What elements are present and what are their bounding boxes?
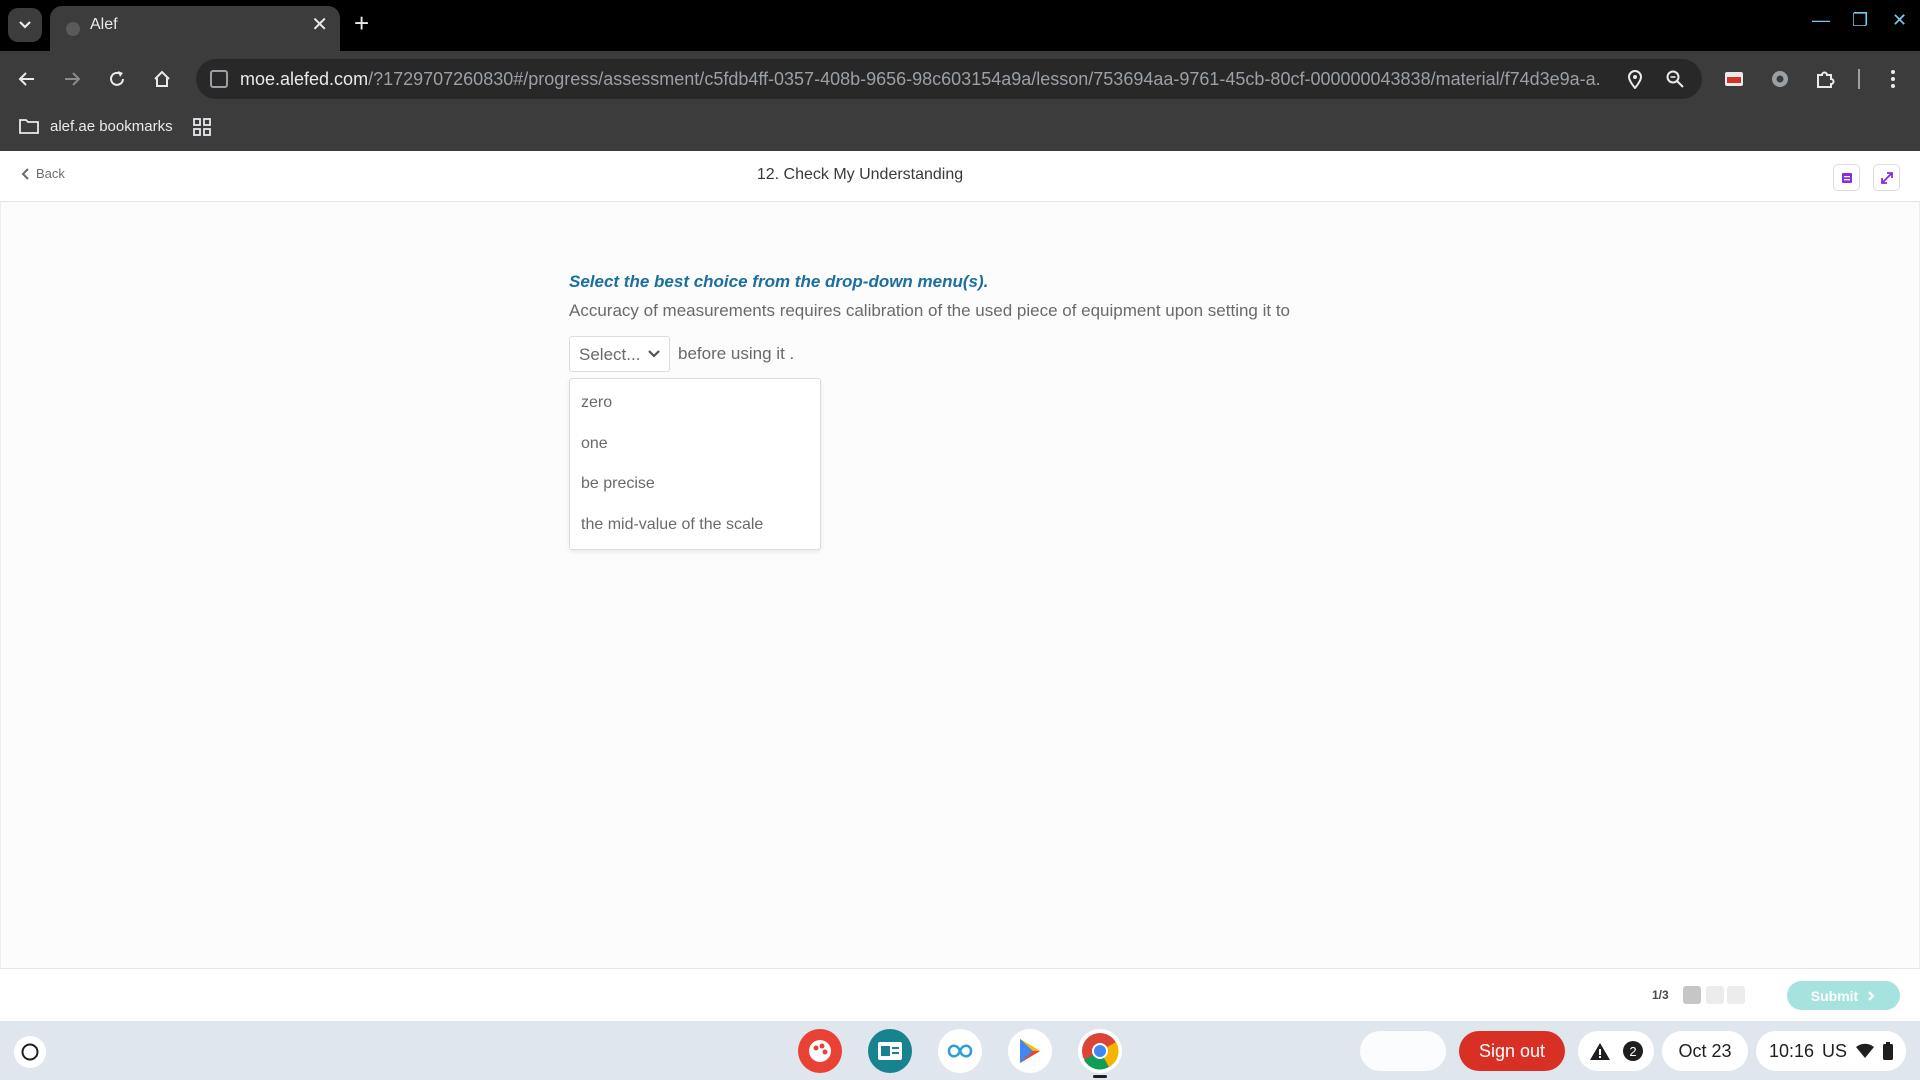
site-info-icon[interactable]: [210, 70, 228, 88]
cast-icon[interactable]: [1721, 66, 1747, 92]
progress-step-current: [1683, 986, 1701, 1004]
reader-icon: [1841, 172, 1852, 183]
extension-circle-icon[interactable]: [1767, 66, 1793, 92]
dropdown-option[interactable]: zero: [570, 383, 820, 424]
question-instruction: Select the best choice from the drop-dow…: [569, 272, 989, 291]
wifi-icon: [1856, 1043, 1875, 1058]
progress-step: [1727, 986, 1745, 1004]
expand-icon: [1880, 171, 1893, 184]
submit-button[interactable]: Submit: [1787, 981, 1900, 1010]
tab-search-button[interactable]: [8, 8, 42, 42]
home-icon[interactable]: [148, 65, 176, 93]
reload-icon[interactable]: [103, 65, 131, 93]
launcher-icon: [21, 1043, 39, 1061]
extensions-puzzle-icon[interactable]: [1812, 66, 1838, 92]
play-store-icon[interactable]: [1008, 1029, 1052, 1073]
classroom-app-icon[interactable]: [868, 1029, 912, 1073]
page-title: 12. Check My Understanding: [756, 166, 964, 183]
chevron-right-icon: [1868, 990, 1875, 1001]
dropdown-option[interactable]: one: [570, 424, 820, 465]
sign-out-button[interactable]: Sign out: [1459, 1031, 1565, 1071]
tab-title: Alef: [90, 16, 118, 33]
question-text: Accuracy of measurements requires calibr…: [569, 301, 1291, 320]
notification-tray[interactable]: 2: [1578, 1031, 1654, 1071]
address-bar[interactable]: moe.alefed.com/?1729707260830#/progress/…: [196, 59, 1702, 99]
progress-indicator: 1/3: [1652, 988, 1669, 1002]
close-tab-icon[interactable]: ✕: [311, 15, 328, 35]
battery-icon: [1883, 1042, 1894, 1060]
chrome-app-icon[interactable]: [1078, 1029, 1122, 1073]
canvas-app-icon[interactable]: [798, 1029, 842, 1073]
select-value: Select...: [579, 345, 641, 364]
lesson-header: Back 12. Check My Understanding: [0, 151, 1920, 202]
warning-icon: [1590, 1043, 1610, 1060]
bookmark-folder[interactable]: alef.ae bookmarks: [18, 117, 173, 135]
clock: 10:16: [1768, 1040, 1815, 1061]
chevron-down-icon: [648, 350, 660, 358]
answer-select[interactable]: Select...: [569, 336, 670, 372]
browser-toolbar: moe.alefed.com/?1729707260830#/progress/…: [0, 51, 1920, 107]
new-tab-button[interactable]: +: [354, 10, 369, 36]
dropdown-option[interactable]: the mid-value of the scale: [570, 505, 820, 546]
assessment-footer: 1/3 Submit: [0, 968, 1920, 1021]
favicon-icon: [66, 22, 80, 36]
forward-arrow-icon[interactable]: [58, 65, 86, 93]
pinned-items-pod[interactable]: [1360, 1031, 1446, 1071]
minimize-icon[interactable]: —: [1812, 10, 1830, 31]
chevron-down-icon: [19, 21, 31, 29]
dropdown-menu: zero one be precise the mid-value of the…: [569, 378, 821, 550]
folder-icon: [19, 119, 39, 134]
kebab-menu-icon[interactable]: [1880, 66, 1906, 92]
browser-titlebar: Alef ✕ + — ❐ ✕: [0, 0, 1920, 51]
restore-icon[interactable]: ❐: [1852, 10, 1868, 31]
date-label: Oct 23: [1678, 1040, 1732, 1061]
location-icon[interactable]: [1622, 66, 1648, 92]
date-tray[interactable]: Oct 23: [1662, 1031, 1748, 1071]
os-shelf: Sign out 2 Oct 23 10:16 US: [0, 1021, 1920, 1080]
question-area: Select the best choice from the drop-dow…: [0, 202, 1920, 968]
browser-tab[interactable]: Alef ✕: [50, 6, 340, 51]
bookmarks-bar: alef.ae bookmarks: [0, 107, 1920, 151]
status-tray[interactable]: 10:16 US: [1756, 1031, 1906, 1071]
dropdown-option[interactable]: be precise: [570, 464, 820, 505]
zoom-icon[interactable]: [1662, 66, 1688, 92]
progress-step: [1706, 986, 1724, 1004]
bookmark-folder-label: alef.ae bookmarks: [50, 117, 173, 135]
apps-grid-icon[interactable]: [192, 117, 212, 142]
toolbar-divider: [1858, 69, 1860, 89]
url-text: moe.alefed.com/?1729707260830#/progress/…: [240, 69, 1600, 89]
immersive-reader-button[interactable]: [1833, 164, 1860, 191]
question-text-after: before using it .: [678, 344, 795, 363]
sync-app-icon[interactable]: [938, 1029, 982, 1073]
close-window-icon[interactable]: ✕: [1892, 10, 1907, 31]
expand-button[interactable]: [1873, 164, 1900, 191]
notification-count: 2: [1623, 1041, 1643, 1061]
back-arrow-icon[interactable]: [13, 65, 41, 93]
submit-label: Submit: [1810, 987, 1859, 1004]
launcher-button[interactable]: [14, 1036, 46, 1068]
active-app-indicator: [1093, 1075, 1107, 1078]
locale-label: US: [1822, 1040, 1848, 1061]
